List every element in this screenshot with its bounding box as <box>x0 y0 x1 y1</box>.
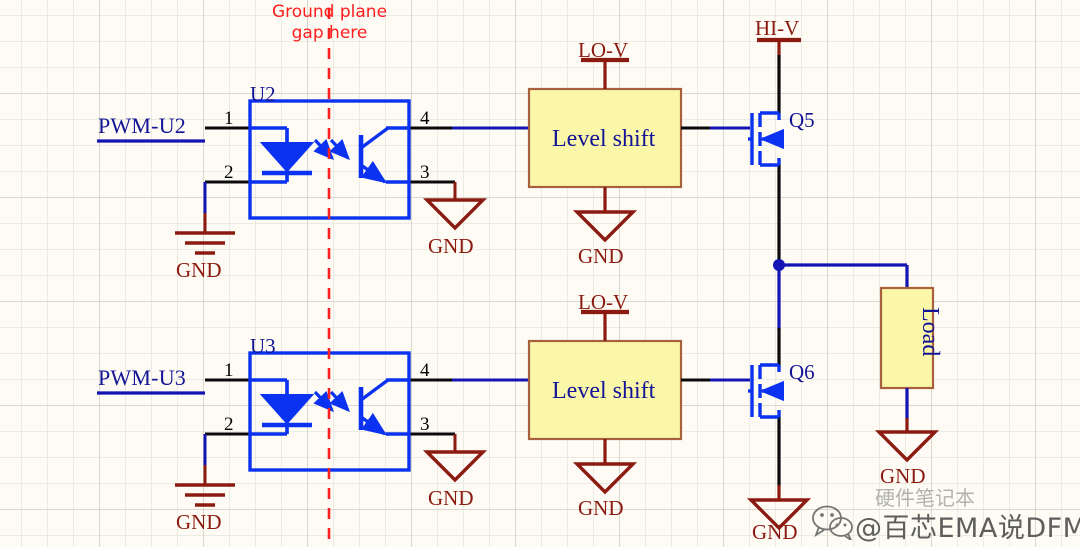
power-label-lo-v-2: LO-V <box>578 290 629 314</box>
triangle-ground-u3-out <box>422 450 488 483</box>
earth-ground-u2 <box>175 231 235 255</box>
pin-number-u2-3: 3 <box>420 162 430 183</box>
pin-number-u2-4: 4 <box>420 108 430 129</box>
annotation-line-2: gap here <box>291 23 368 44</box>
watermark-main: @百芯EMA说DFM <box>855 513 1080 544</box>
pin-number-u3-1: 1 <box>224 360 234 381</box>
earth-ground-u3 <box>175 483 235 507</box>
refdes-q5: Q5 <box>789 108 815 132</box>
power-label-lo-v-1: LO-V <box>578 38 629 62</box>
mosfet-q6-symbol <box>746 328 812 531</box>
wechat-icon <box>812 505 853 540</box>
net-label-pwm-u2: PWM-U2 <box>98 113 186 138</box>
pin-number-u2-1: 1 <box>224 108 234 129</box>
refdes-u2: U2 <box>250 82 276 106</box>
refdes-q6: Q6 <box>789 360 815 384</box>
mosfet-q5-symbol <box>748 37 801 262</box>
schematic-canvas: Ground plane gap here PWM-U2 1 2 4 3 U2 … <box>0 0 1080 547</box>
pin-number-u2-2: 2 <box>224 162 234 183</box>
gnd-label-u3-input: GND <box>176 510 222 534</box>
level-shift-label-2: Level shift <box>552 378 656 404</box>
power-label-hi-v: HI-V <box>755 16 800 40</box>
pin-number-u3-3: 3 <box>420 414 430 435</box>
refdes-u3: U3 <box>250 334 276 358</box>
gnd-label-u2-output: GND <box>428 234 474 258</box>
gnd-label-u3-output: GND <box>428 486 474 510</box>
ground-plane-gap-annotation: Ground plane gap here <box>262 2 397 45</box>
pin-number-u3-4: 4 <box>420 360 430 381</box>
level-shift-label-1: Level shift <box>552 126 656 152</box>
annotation-line-1: Ground plane <box>271 2 388 22</box>
pin-number-u3-2: 2 <box>224 414 234 435</box>
gnd-label-level-shift-2: GND <box>578 496 624 520</box>
net-label-pwm-u3: PWM-U3 <box>98 365 186 390</box>
gnd-label-u2-input: GND <box>176 258 222 282</box>
gnd-label-level-shift-1: GND <box>578 244 624 268</box>
gnd-label-q6-source: GND <box>752 520 798 544</box>
triangle-ground-u2-out <box>422 198 488 231</box>
load-label: Load <box>917 307 943 357</box>
